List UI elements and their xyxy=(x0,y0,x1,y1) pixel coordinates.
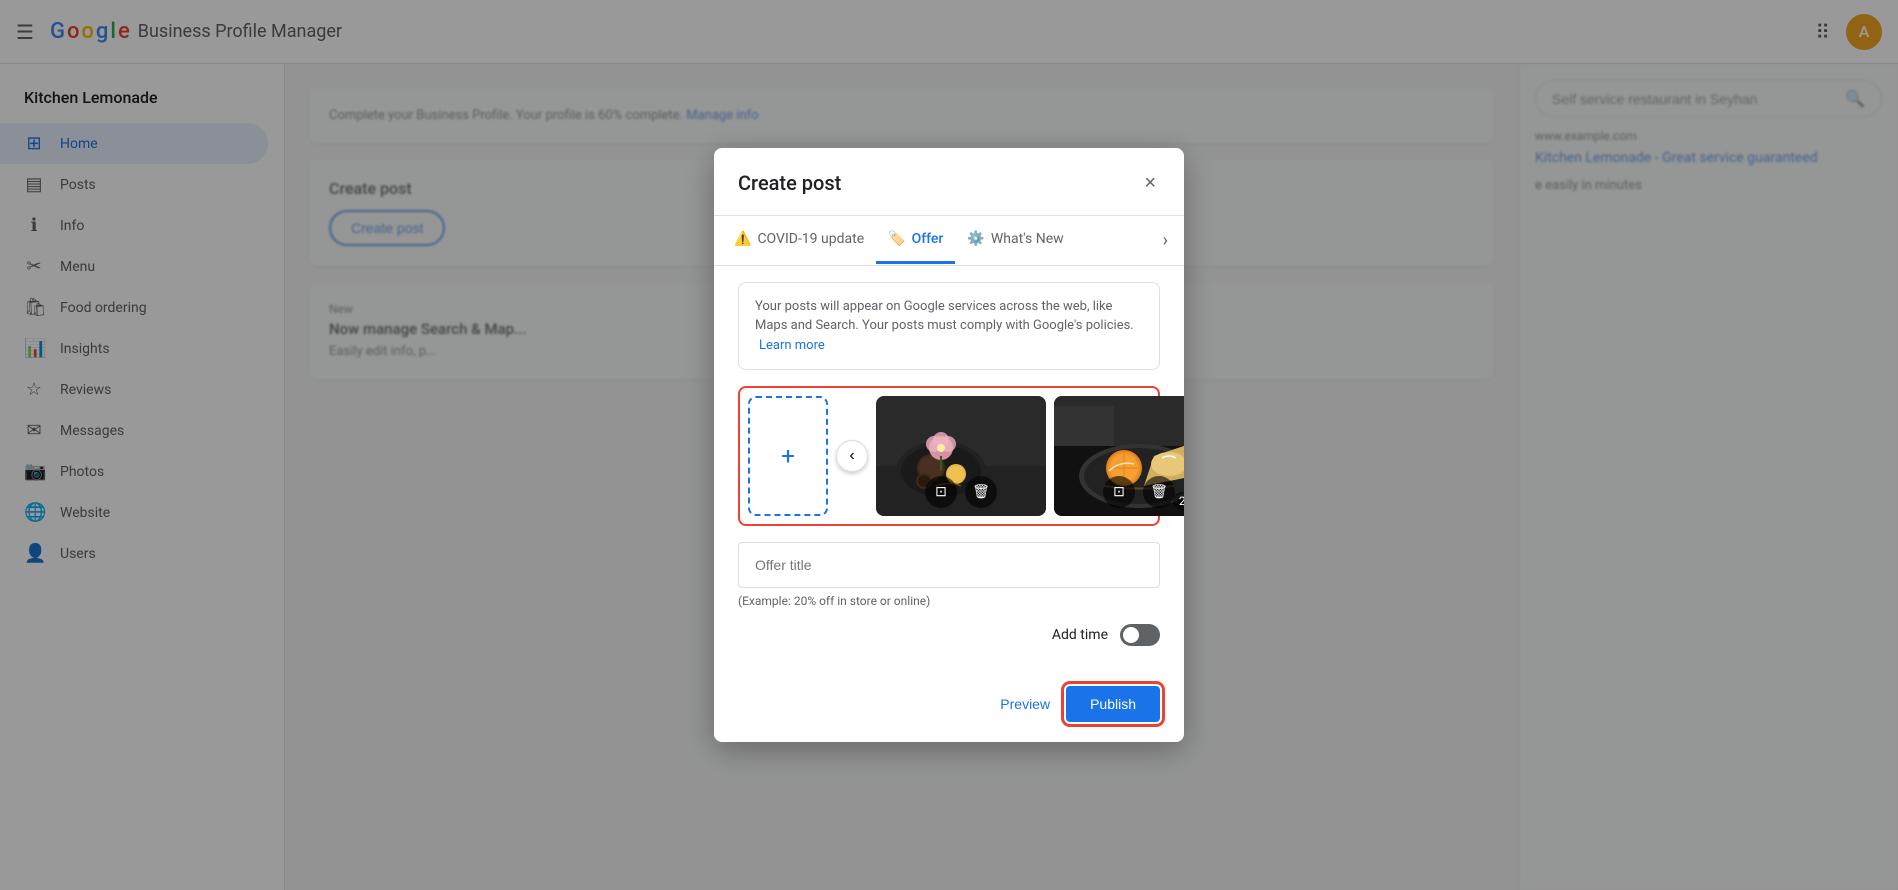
tab-whats-new[interactable]: ⚙️ What's New xyxy=(955,217,1075,264)
offer-icon: 🏷️ xyxy=(888,231,905,247)
modal-title: Create post xyxy=(738,171,841,195)
modal-header: Create post × xyxy=(714,148,1184,216)
info-text: Your posts will appear on Google service… xyxy=(755,299,1134,334)
modal-overlay[interactable]: Create post × ⚠️ COVID-19 update 🏷️ Offe… xyxy=(0,0,1898,890)
close-button[interactable]: × xyxy=(1140,168,1160,199)
preview-button[interactable]: Preview xyxy=(1000,696,1050,712)
tab-whats-new-label: What's New xyxy=(991,231,1064,247)
photo-prev-button[interactable]: ‹ xyxy=(836,440,868,472)
add-photo-button[interactable]: + xyxy=(748,396,828,516)
learn-more-link[interactable]: Learn more xyxy=(759,338,825,353)
crop-button-1[interactable]: ⊡ xyxy=(925,476,957,508)
offer-example-text: (Example: 20% off in store or online) xyxy=(738,594,1160,608)
photo-row: + ‹ xyxy=(748,396,1150,516)
gear-icon: ⚙️ xyxy=(967,231,984,247)
photo-images: ⊡ 🗑 xyxy=(876,396,1184,516)
create-post-modal: Create post × ⚠️ COVID-19 update 🏷️ Offe… xyxy=(714,148,1184,743)
tab-covid[interactable]: ⚠️ COVID-19 update xyxy=(722,217,876,264)
photo-item-2: ⊡ 🗑 2 / 10 xyxy=(1054,396,1184,516)
delete-button-1[interactable]: 🗑 xyxy=(965,476,997,508)
add-time-row: Add time xyxy=(738,624,1160,646)
publish-button[interactable]: Publish xyxy=(1066,686,1160,722)
photo-item-1: ⊡ 🗑 xyxy=(876,396,1046,516)
photo-carousel: ‹ xyxy=(836,396,1184,516)
add-time-toggle[interactable] xyxy=(1120,624,1160,646)
tab-offer[interactable]: 🏷️ Offer xyxy=(876,217,955,264)
info-box: Your posts will appear on Google service… xyxy=(738,282,1160,371)
crop-button-2[interactable]: ⊡ xyxy=(1103,476,1135,508)
tab-covid-label: COVID-19 update xyxy=(757,231,864,247)
photo-1-actions: ⊡ 🗑 xyxy=(925,476,997,508)
modal-tabs: ⚠️ COVID-19 update 🏷️ Offer ⚙️ What's Ne… xyxy=(714,216,1184,266)
delete-button-2[interactable]: 🗑 xyxy=(1143,476,1175,508)
add-time-label: Add time xyxy=(1052,627,1108,643)
warning-icon: ⚠️ xyxy=(734,231,751,247)
photo-2-actions: ⊡ 🗑 xyxy=(1103,476,1175,508)
offer-title-input[interactable] xyxy=(738,542,1160,588)
tab-offer-label: Offer xyxy=(912,231,944,247)
toggle-slider xyxy=(1120,624,1160,646)
tabs-chevron[interactable]: › xyxy=(1155,216,1176,265)
modal-footer: Preview Publish xyxy=(714,678,1184,742)
modal-body: Your posts will appear on Google service… xyxy=(714,266,1184,679)
photo-upload-area: + ‹ xyxy=(738,386,1160,526)
